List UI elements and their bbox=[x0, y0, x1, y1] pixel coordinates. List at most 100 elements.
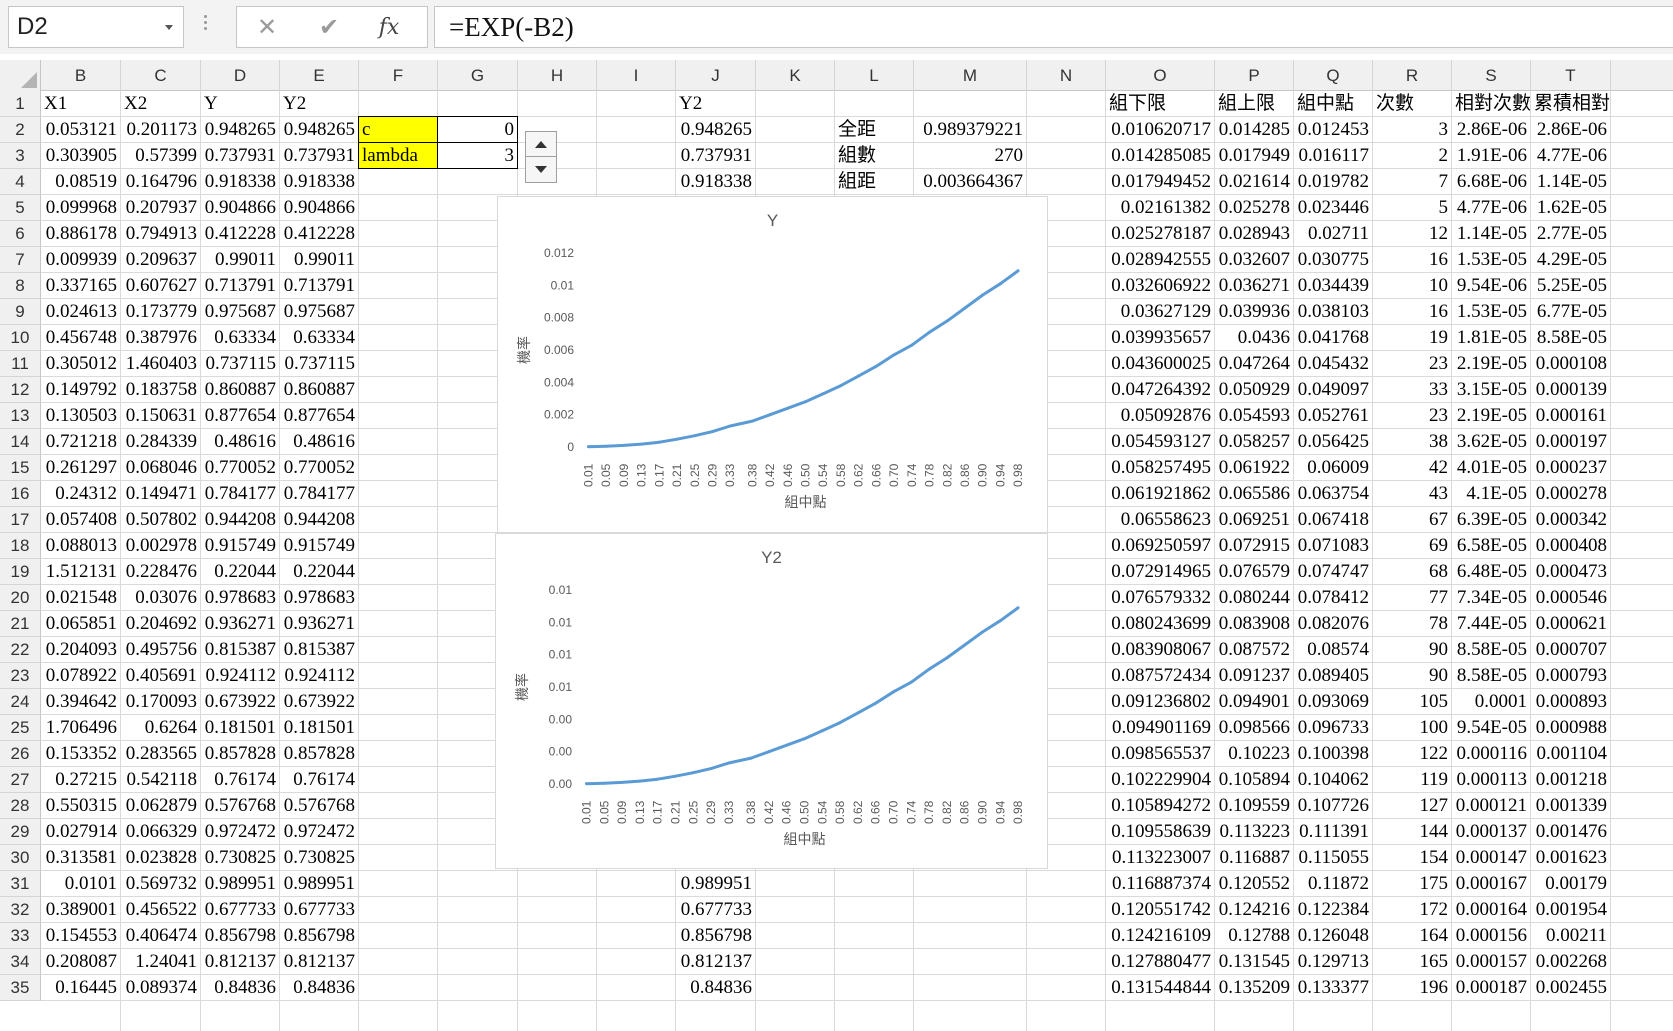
header-cell-B[interactable]: X1 bbox=[41, 91, 120, 116]
name-box[interactable]: D2 bbox=[8, 6, 184, 48]
cell-S11[interactable]: 2.19E-05 bbox=[1452, 351, 1530, 376]
cell-R12[interactable]: 33 bbox=[1373, 377, 1451, 402]
cell-Q15[interactable]: 0.06009 bbox=[1294, 455, 1372, 480]
cell-R29[interactable]: 144 bbox=[1373, 819, 1451, 844]
cell-O31[interactable]: 0.116887374 bbox=[1106, 871, 1214, 896]
cell-B18[interactable]: 0.088013 bbox=[41, 533, 120, 558]
cell-E27[interactable]: 0.76174 bbox=[280, 767, 358, 792]
cell-O10[interactable]: 0.039935657 bbox=[1106, 325, 1214, 350]
cell-B14[interactable]: 0.721218 bbox=[41, 429, 120, 454]
cell-S12[interactable]: 3.15E-05 bbox=[1452, 377, 1530, 402]
cell-O20[interactable]: 0.076579332 bbox=[1106, 585, 1214, 610]
cell-C18[interactable]: 0.002978 bbox=[121, 533, 200, 558]
cell-S18[interactable]: 6.58E-05 bbox=[1452, 533, 1530, 558]
cell-T4[interactable]: 1.14E-05 bbox=[1531, 169, 1610, 194]
cell-C29[interactable]: 0.066329 bbox=[121, 819, 200, 844]
cell-R23[interactable]: 90 bbox=[1373, 663, 1451, 688]
cell-O5[interactable]: 0.02161382 bbox=[1106, 195, 1214, 220]
cell-C20[interactable]: 0.03076 bbox=[121, 585, 200, 610]
cell-D6[interactable]: 0.412228 bbox=[201, 221, 279, 246]
cell-O24[interactable]: 0.091236802 bbox=[1106, 689, 1214, 714]
cell-R7[interactable]: 16 bbox=[1373, 247, 1451, 272]
row-header-24[interactable]: 24 bbox=[0, 689, 41, 715]
cell-R20[interactable]: 77 bbox=[1373, 585, 1451, 610]
stat-range-value[interactable]: 0.989379221 bbox=[914, 117, 1026, 142]
cell-P18[interactable]: 0.072915 bbox=[1215, 533, 1293, 558]
cell-D34[interactable]: 0.812137 bbox=[201, 949, 279, 974]
row-header-4[interactable]: 4 bbox=[0, 169, 41, 195]
cell-S22[interactable]: 8.58E-05 bbox=[1452, 637, 1530, 662]
cell-B21[interactable]: 0.065851 bbox=[41, 611, 120, 636]
cell-R9[interactable]: 16 bbox=[1373, 299, 1451, 324]
header-cell-J[interactable]: Y2 bbox=[676, 91, 755, 116]
cell-D18[interactable]: 0.915749 bbox=[201, 533, 279, 558]
column-header-M[interactable]: M bbox=[914, 60, 1027, 91]
cell-T6[interactable]: 2.77E-05 bbox=[1531, 221, 1610, 246]
cell-P15[interactable]: 0.061922 bbox=[1215, 455, 1293, 480]
cell-C8[interactable]: 0.607627 bbox=[121, 273, 200, 298]
cell-E19[interactable]: 0.22044 bbox=[280, 559, 358, 584]
cell-Q7[interactable]: 0.030775 bbox=[1294, 247, 1372, 272]
column-header-L[interactable]: L bbox=[835, 60, 914, 91]
row-header-15[interactable]: 15 bbox=[0, 455, 41, 481]
cell-T8[interactable]: 5.25E-05 bbox=[1531, 273, 1610, 298]
cell-D21[interactable]: 0.936271 bbox=[201, 611, 279, 636]
cell-P12[interactable]: 0.050929 bbox=[1215, 377, 1293, 402]
cell-S15[interactable]: 4.01E-05 bbox=[1452, 455, 1530, 480]
cell-S9[interactable]: 1.53E-05 bbox=[1452, 299, 1530, 324]
cell-E31[interactable]: 0.989951 bbox=[280, 871, 358, 896]
cell-P8[interactable]: 0.036271 bbox=[1215, 273, 1293, 298]
chart-y[interactable]: Y 0 0.002 0.004 0.006 0.008 0.01 0.012 0.01 0.05 0… bbox=[497, 196, 1048, 533]
cell-J4[interactable]: 0.918338 bbox=[676, 169, 755, 194]
cell-Q23[interactable]: 0.089405 bbox=[1294, 663, 1372, 688]
cell-D22[interactable]: 0.815387 bbox=[201, 637, 279, 662]
row-header-13[interactable]: 13 bbox=[0, 403, 41, 429]
cell-E4[interactable]: 0.918338 bbox=[280, 169, 358, 194]
cell-B8[interactable]: 0.337165 bbox=[41, 273, 120, 298]
spin-down-button[interactable] bbox=[526, 157, 556, 182]
cell-J33[interactable]: 0.856798 bbox=[676, 923, 755, 948]
select-all-button[interactable] bbox=[0, 60, 41, 91]
cell-R30[interactable]: 154 bbox=[1373, 845, 1451, 870]
cell-E21[interactable]: 0.936271 bbox=[280, 611, 358, 636]
cell-T35[interactable]: 0.002455 bbox=[1531, 975, 1610, 1000]
header-cell-Q[interactable]: 組中點 bbox=[1294, 91, 1372, 116]
cell-D27[interactable]: 0.76174 bbox=[201, 767, 279, 792]
cell-C33[interactable]: 0.406474 bbox=[121, 923, 200, 948]
cell-R11[interactable]: 23 bbox=[1373, 351, 1451, 376]
cell-S23[interactable]: 8.58E-05 bbox=[1452, 663, 1530, 688]
cell-E18[interactable]: 0.915749 bbox=[280, 533, 358, 558]
cell-C22[interactable]: 0.495756 bbox=[121, 637, 200, 662]
cell-T5[interactable]: 1.62E-05 bbox=[1531, 195, 1610, 220]
column-header-F[interactable]: F bbox=[359, 60, 438, 91]
cell-B4[interactable]: 0.08519 bbox=[41, 169, 120, 194]
cell-J31[interactable]: 0.989951 bbox=[676, 871, 755, 896]
cell-C24[interactable]: 0.170093 bbox=[121, 689, 200, 714]
cell-S27[interactable]: 0.000113 bbox=[1452, 767, 1530, 792]
cell-P28[interactable]: 0.109559 bbox=[1215, 793, 1293, 818]
cell-P17[interactable]: 0.069251 bbox=[1215, 507, 1293, 532]
cell-R4[interactable]: 7 bbox=[1373, 169, 1451, 194]
cell-C15[interactable]: 0.068046 bbox=[121, 455, 200, 480]
cell-B13[interactable]: 0.130503 bbox=[41, 403, 120, 428]
row-header-8[interactable]: 8 bbox=[0, 273, 41, 299]
header-cell-D[interactable]: Y bbox=[201, 91, 279, 116]
cell-R31[interactable]: 175 bbox=[1373, 871, 1451, 896]
cell-R25[interactable]: 100 bbox=[1373, 715, 1451, 740]
cell-S5[interactable]: 4.77E-06 bbox=[1452, 195, 1530, 220]
column-header-N[interactable]: N bbox=[1027, 60, 1106, 91]
cell-Q11[interactable]: 0.045432 bbox=[1294, 351, 1372, 376]
cell-S26[interactable]: 0.000116 bbox=[1452, 741, 1530, 766]
cell-T3[interactable]: 4.77E-06 bbox=[1531, 143, 1610, 168]
cell-E14[interactable]: 0.48616 bbox=[280, 429, 358, 454]
cell-T2[interactable]: 2.86E-06 bbox=[1531, 117, 1610, 142]
row-header-17[interactable]: 17 bbox=[0, 507, 41, 533]
cell-C25[interactable]: 0.6264 bbox=[121, 715, 200, 740]
cell-J32[interactable]: 0.677733 bbox=[676, 897, 755, 922]
cell-E15[interactable]: 0.770052 bbox=[280, 455, 358, 480]
row-header-6[interactable]: 6 bbox=[0, 221, 41, 247]
row-header-22[interactable]: 22 bbox=[0, 637, 41, 663]
cell-P14[interactable]: 0.058257 bbox=[1215, 429, 1293, 454]
cell-O34[interactable]: 0.127880477 bbox=[1106, 949, 1214, 974]
header-cell-R[interactable]: 次數 bbox=[1373, 91, 1451, 116]
